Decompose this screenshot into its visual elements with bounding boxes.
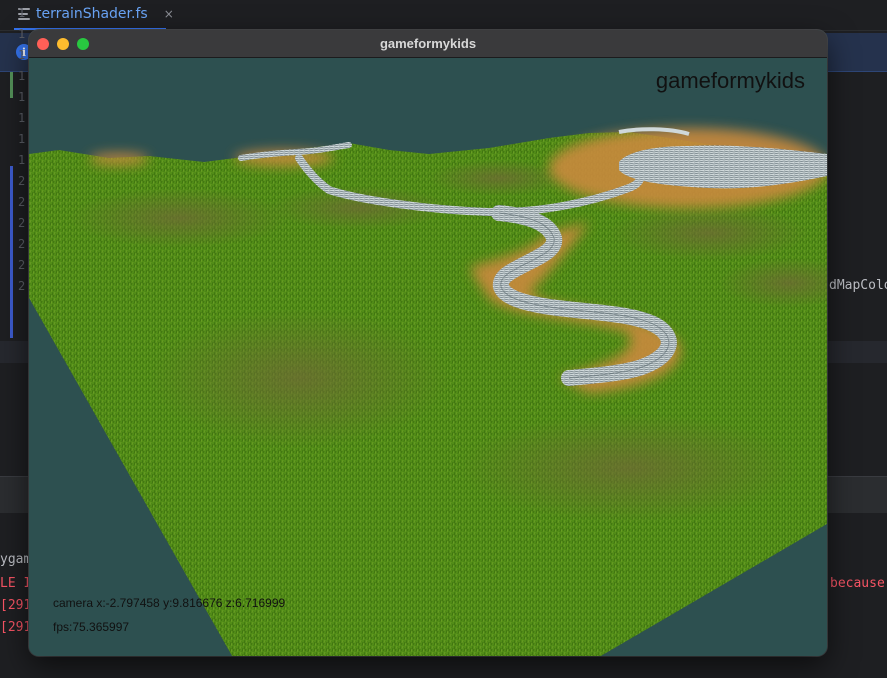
console-line: [291 bbox=[0, 598, 32, 613]
game-window: gameformykids gameformykids camera x:-2.… bbox=[29, 30, 827, 656]
console-line: ygam bbox=[0, 552, 32, 567]
window-titlebar[interactable]: gameformykids bbox=[29, 30, 827, 58]
console-line: because bbox=[830, 576, 885, 591]
console-line: [291 bbox=[0, 620, 32, 635]
window-title: gameformykids bbox=[379, 36, 477, 51]
console-line: LE I bbox=[0, 576, 32, 591]
tab-terrain-shader[interactable]: terrainShader.fs × bbox=[14, 0, 174, 30]
camera-position-readout: camera x:-2.797458 y:9.816676 z:6.716999 bbox=[53, 596, 286, 610]
tab-label: terrainShader.fs bbox=[36, 6, 148, 22]
game-title-overlay: gameformykids bbox=[655, 68, 805, 93]
code-fragment: dMapColo bbox=[829, 278, 887, 293]
game-viewport[interactable]: gameformykids camera x:-2.797458 y:9.816… bbox=[29, 58, 827, 656]
vcs-change-marker bbox=[10, 72, 13, 98]
fps-readout: fps:75.365997 bbox=[53, 620, 130, 634]
terrain-render bbox=[29, 127, 827, 656]
vcs-change-marker bbox=[10, 166, 13, 338]
editor-tab-bar: terrainShader.fs × bbox=[0, 0, 887, 31]
close-icon[interactable]: × bbox=[164, 7, 174, 21]
line-number: 1 bbox=[18, 6, 26, 20]
